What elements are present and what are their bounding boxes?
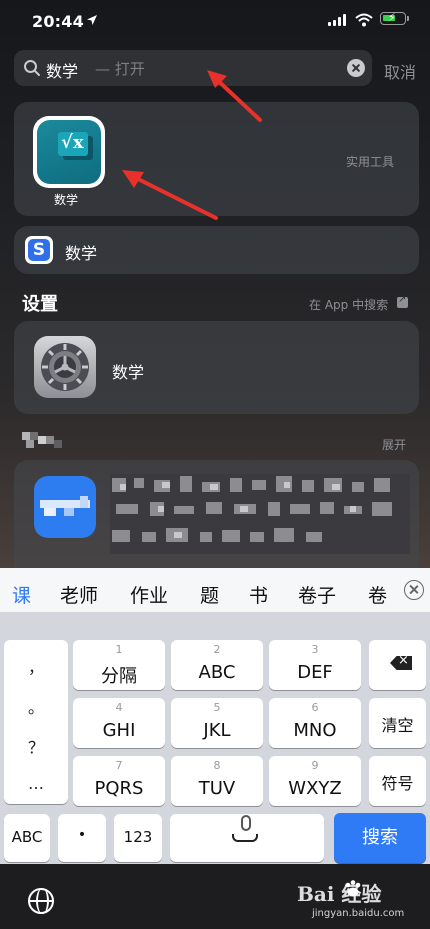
clear-key[interactable]: 清空 xyxy=(369,698,426,748)
candidate-3[interactable]: 作业 xyxy=(130,581,168,608)
search-hint: — 打开 xyxy=(95,60,145,78)
spotlight-screen: 20:44 ⚡ 数学 — 打开 取消 √x 数学 实用工具 S 数学 设置 在 … xyxy=(0,0,430,568)
search-in-app-link[interactable]: 在 App 中搜索 xyxy=(309,296,388,313)
pixelated-app-text xyxy=(110,474,410,554)
settings-section-title: 设置 xyxy=(22,294,58,315)
suggestion-text: 数学 xyxy=(65,244,98,263)
top-hit-app-name: 数学 xyxy=(54,193,79,207)
battery-icon: ⚡ xyxy=(380,11,406,25)
clear-search-button[interactable] xyxy=(347,59,365,77)
key-5-jkl[interactable]: 5 JKL xyxy=(171,698,263,748)
close-candidates-icon[interactable] xyxy=(404,580,424,600)
key-1-separator[interactable]: 1 分隔 xyxy=(73,640,165,690)
key-4-ghi[interactable]: 4 GHI xyxy=(73,698,165,748)
expand-link[interactable]: 展开 xyxy=(382,436,406,453)
search-input[interactable]: 数学 — 打开 xyxy=(14,50,372,86)
candidate-7[interactable]: 卷 xyxy=(368,581,387,608)
candidate-5[interactable]: 书 xyxy=(249,581,268,608)
backspace-key[interactable] xyxy=(369,640,426,690)
candidate-2[interactable]: 老师 xyxy=(60,581,98,608)
annotation-arrow-app xyxy=(122,170,218,220)
external-link-icon[interactable] xyxy=(397,294,408,308)
baidu-watermark-url: jingyan.baidu.com xyxy=(312,908,405,919)
punctuation-column[interactable]: ， 。 ？ … xyxy=(4,640,68,804)
pinyin-keyboard: 课 老师 作业 题 书 卷子 卷 ， 。 ？ … 1分隔 2ABC 3DEF 4… xyxy=(0,568,430,929)
punct-ellipsis[interactable]: … xyxy=(4,774,68,793)
baidu-paw-icon xyxy=(345,880,361,897)
settings-result-row[interactable]: 数学 xyxy=(14,321,419,414)
battery-cap xyxy=(407,16,409,21)
search-icon xyxy=(24,60,40,76)
siri-suggestion-row[interactable]: S 数学 xyxy=(14,226,419,274)
candidate-4[interactable]: 题 xyxy=(200,581,219,608)
key-2-abc[interactable]: 2 ABC xyxy=(171,640,263,690)
microphone-icon xyxy=(241,815,251,831)
pixelated-section-title xyxy=(22,432,62,448)
abc-mode-key[interactable]: ABC xyxy=(4,814,50,862)
number-mode-key[interactable]: 123 xyxy=(114,814,162,862)
key-9-wxyz[interactable]: 9 WXYZ xyxy=(269,756,361,806)
wifi-icon xyxy=(355,13,373,27)
status-time: 20:44 xyxy=(32,12,84,31)
dot-key[interactable]: • xyxy=(58,814,106,862)
top-hit-category: 实用工具 xyxy=(346,155,395,169)
search-key[interactable]: 搜索 xyxy=(334,813,426,863)
math-app-icon[interactable]: √x xyxy=(33,116,105,188)
key-3-def[interactable]: 3 DEF xyxy=(269,640,361,690)
cancel-button[interactable]: 取消 xyxy=(384,59,416,83)
punct-period[interactable]: 。 xyxy=(4,694,68,718)
settings-gear-icon xyxy=(34,336,96,398)
key-8-tuv[interactable]: 8 TUV xyxy=(171,756,263,806)
punct-question[interactable]: ？ xyxy=(4,734,68,758)
microphone-stand xyxy=(232,834,258,842)
keyboard-bottom-bar: Bai 经验 jingyan.baidu.com xyxy=(0,864,430,929)
status-bar: 20:44 ⚡ xyxy=(0,0,430,44)
baidu-watermark: Bai 经验 xyxy=(297,882,382,906)
annotation-arrow-search xyxy=(207,70,262,122)
settings-result-label: 数学 xyxy=(112,363,145,382)
key-6-mno[interactable]: 6 MNO xyxy=(269,698,361,748)
pixelated-app-icon xyxy=(34,476,96,538)
candidate-bar: 课 老师 作业 题 书 卷子 卷 xyxy=(0,568,430,612)
location-arrow-icon xyxy=(87,15,97,25)
signal-icon xyxy=(328,14,346,26)
search-suggestion-icon: S xyxy=(25,236,53,264)
punct-comma[interactable]: ， xyxy=(4,654,68,678)
search-query: 数学 xyxy=(46,62,79,81)
globe-icon[interactable] xyxy=(28,888,54,914)
symbols-key[interactable]: 符号 xyxy=(369,756,426,806)
backspace-icon xyxy=(390,656,412,670)
key-7-pqrs[interactable]: 7 PQRS xyxy=(73,756,165,806)
candidate-1[interactable]: 课 xyxy=(12,581,31,608)
candidate-6[interactable]: 卷子 xyxy=(298,581,336,608)
pixelated-app-row[interactable] xyxy=(14,460,419,568)
